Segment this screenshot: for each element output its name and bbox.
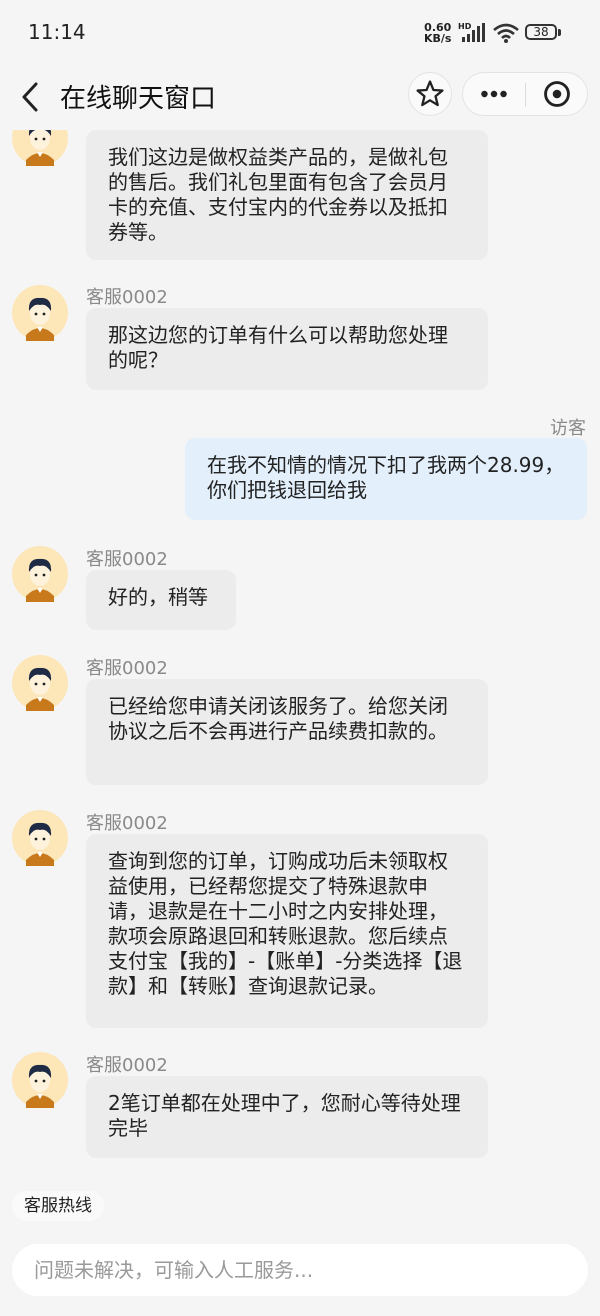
sender-name: 访客 — [550, 418, 586, 439]
hotline-button[interactable]: 客服热线 — [12, 1191, 104, 1221]
user-message-bubble: 在我不知情的情况下扣了我两个28.99，你们把钱退回给我 — [185, 438, 587, 520]
signal-icon — [462, 23, 485, 42]
page-title: 在线聊天窗口 — [60, 84, 217, 114]
status-time: 11:14 — [28, 20, 86, 44]
agent-message-bubble: 2笔订单都在处理中了，您耐心等待处理完毕 — [86, 1076, 488, 1158]
sender-name: 客服0002 — [86, 813, 168, 834]
network-speed: 0.60 KB/s — [424, 22, 451, 44]
agent-message-bubble: 查询到您的订单，订购成功后未领取权益使用，已经帮您提交了特殊退款申请，退款是在十… — [86, 834, 488, 1028]
status-bar: 11:14 0.60 KB/s HD 38 — [0, 0, 600, 64]
favorite-button[interactable] — [408, 72, 452, 116]
wifi-icon — [493, 23, 519, 43]
chevron-left-icon[interactable] — [18, 80, 42, 114]
agent-avatar-icon — [12, 810, 68, 866]
star-icon — [416, 80, 444, 107]
agent-message-bubble: 那这边您的订单有什么可以帮助您处理的呢？ — [86, 308, 488, 390]
sender-name: 客服0002 — [86, 658, 168, 679]
more-button[interactable] — [463, 73, 525, 117]
mini-program-capsule — [462, 72, 588, 116]
sender-name: 客服0002 — [86, 1055, 168, 1076]
agent-message-bubble: 已经给您申请关闭该服务了。给您关闭协议之后不会再进行产品续费扣款的。 — [86, 679, 488, 785]
sender-name: 客服0002 — [86, 287, 168, 308]
more-icon — [481, 90, 507, 98]
agent-avatar-icon — [12, 546, 68, 602]
close-miniprogram-button[interactable] — [526, 73, 588, 117]
agent-avatar-icon — [12, 655, 68, 711]
battery-indicator: 38 — [525, 24, 557, 40]
target-icon — [544, 81, 570, 107]
sender-name: 客服0002 — [86, 549, 168, 570]
agent-avatar-icon — [12, 285, 68, 341]
battery-tip — [558, 29, 561, 36]
nav-bar: 在线聊天窗口 — [0, 64, 600, 130]
agent-message-bubble: 我们这边是做权益类产品的，是做礼包的售后。我们礼包里面有包含了会员月卡的充值、支… — [86, 130, 488, 260]
agent-message-bubble: 好的，稍等 — [86, 570, 236, 630]
agent-avatar-icon — [12, 130, 68, 166]
chat-area[interactable]: 我们这边是做权益类产品的，是做礼包的售后。我们礼包里面有包含了会员月卡的充值、支… — [0, 130, 600, 1180]
message-input[interactable] — [12, 1244, 588, 1296]
agent-avatar-icon — [12, 1052, 68, 1108]
network-speed-unit: KB/s — [424, 32, 452, 45]
